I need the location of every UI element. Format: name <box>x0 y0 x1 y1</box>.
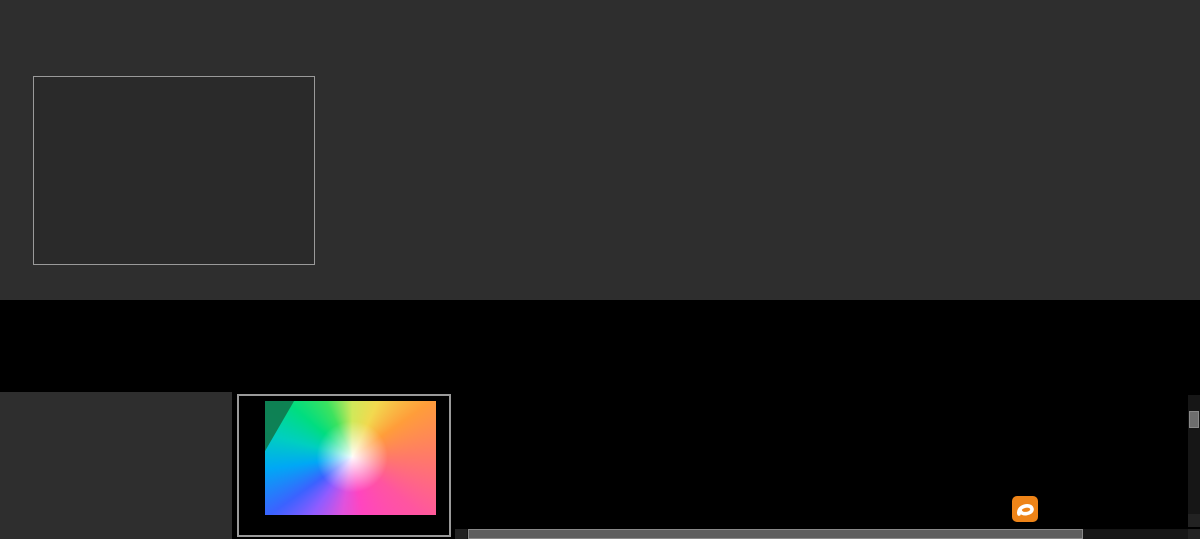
deltae-bar-chart <box>33 76 315 265</box>
calibration-dashboard <box>0 0 1200 539</box>
gamma-y-axis <box>738 48 770 267</box>
gamma-x-axis <box>775 270 1151 284</box>
vertical-scrollbar-thumb[interactable] <box>1189 411 1199 428</box>
scroll-down-icon[interactable] <box>1188 514 1200 527</box>
charts-section <box>0 0 1200 300</box>
current-reading-panel <box>0 392 232 539</box>
rgb-x-axis <box>355 270 731 284</box>
horizontal-scrollbar-thumb[interactable] <box>468 529 1083 539</box>
swatch-strip <box>0 300 1200 392</box>
scroll-left-icon[interactable] <box>455 529 467 539</box>
measurement-table <box>455 395 1188 527</box>
bottom-section <box>0 392 1200 539</box>
gamma-loglog-chart <box>775 48 1151 267</box>
deltae-x-axis <box>33 268 333 282</box>
cie-color-field <box>265 401 436 515</box>
rgb-y-axis <box>318 48 350 267</box>
horizontal-scrollbar[interactable] <box>455 529 1200 539</box>
rgb-balance-chart <box>355 48 731 267</box>
deltae-y-axis <box>0 76 29 265</box>
cie-overlay <box>265 401 436 515</box>
cie-diagram <box>237 394 451 537</box>
vertical-scrollbar[interactable] <box>1188 395 1200 527</box>
scroll-right-icon[interactable] <box>1188 529 1200 539</box>
